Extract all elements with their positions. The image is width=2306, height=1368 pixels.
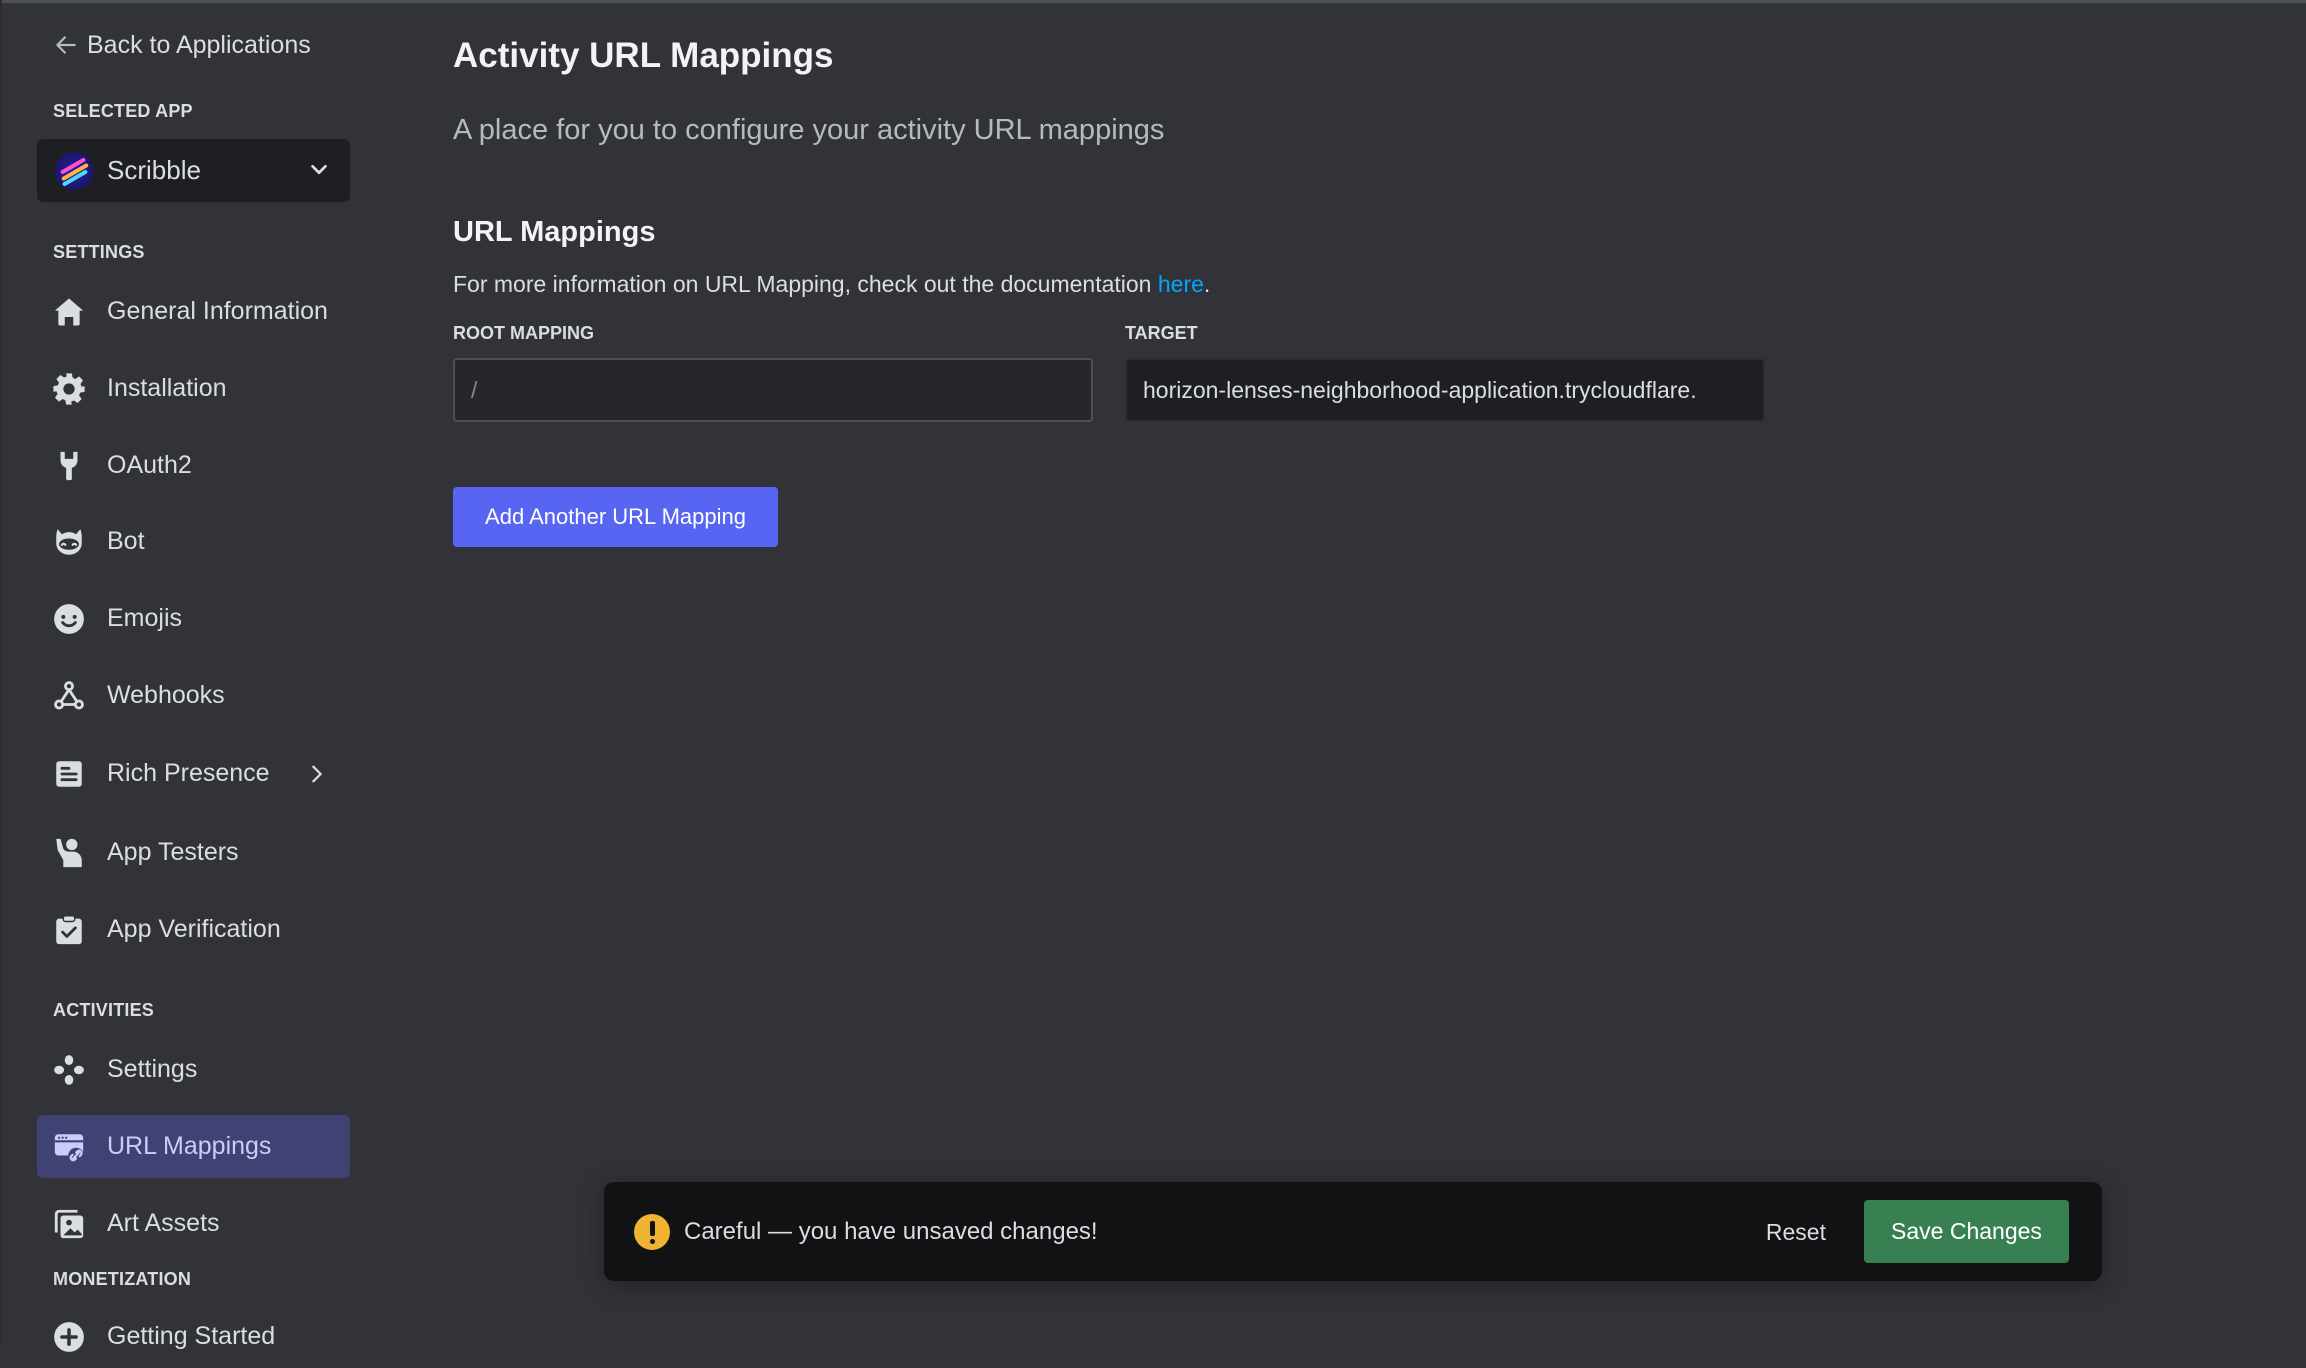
plus-circle-icon — [51, 1319, 87, 1355]
back-label: Back to Applications — [87, 30, 311, 59]
sidebar-item-general-information[interactable]: General Information — [37, 280, 350, 343]
sidebar-item-installation[interactable]: Installation — [37, 357, 350, 420]
root-mapping-label: ROOT MAPPING — [453, 323, 595, 343]
sidebar-item-rich-presence[interactable]: Rich Presence — [37, 742, 350, 805]
sidebar-item-label: App Verification — [107, 915, 281, 943]
monetization-section-label: MONETIZATION — [53, 1269, 192, 1289]
selected-app-label: SELECTED APP — [53, 101, 193, 121]
warning-icon — [634, 1213, 670, 1250]
target-label: TARGET — [1125, 323, 1198, 343]
app-selector-dropdown[interactable]: Scribble — [37, 139, 350, 202]
reset-button[interactable]: Reset — [1760, 1212, 1832, 1252]
sidebar: Back to Applications SELECTED APP Scribb… — [0, 0, 380, 1352]
sidebar-item-url-mappings[interactable]: URL Mappings — [37, 1115, 350, 1178]
save-changes-button[interactable]: Save Changes — [1864, 1200, 2069, 1263]
add-url-mapping-button[interactable]: Add Another URL Mapping — [453, 487, 778, 547]
sidebar-item-label: Settings — [107, 1055, 198, 1083]
activities-section-label: ACTIVITIES — [53, 1000, 155, 1020]
app-avatar — [55, 151, 93, 190]
target-input[interactable] — [1125, 358, 1765, 422]
documentation-info: For more information on URL Mapping, che… — [453, 271, 1210, 298]
chevron-down-icon — [311, 164, 327, 175]
sidebar-item-oauth2[interactable]: OAuth2 — [37, 434, 350, 497]
sidebar-item-app-testers[interactable]: App Testers — [37, 821, 350, 884]
home-icon — [51, 294, 87, 330]
info-text: For more information on URL Mapping, che… — [453, 271, 1158, 297]
gamepad-icon — [51, 1052, 87, 1088]
smiley-icon — [51, 601, 87, 637]
wrench-icon — [51, 448, 87, 484]
root-mapping-input[interactable] — [453, 358, 1093, 422]
main-content: Activity URL Mappings A place for you to… — [453, 0, 2306, 1344]
sidebar-item-getting-started[interactable]: Getting Started — [37, 1305, 350, 1368]
sidebar-item-art-assets[interactable]: Art Assets — [37, 1192, 350, 1255]
arrow-left-icon — [56, 36, 76, 54]
sidebar-item-app-verification[interactable]: App Verification — [37, 898, 350, 961]
sidebar-item-label: Getting Started — [107, 1322, 276, 1350]
unsaved-changes-notice: Careful — you have unsaved changes! Rese… — [604, 1182, 2102, 1281]
images-icon — [51, 1206, 87, 1242]
browser-link-icon — [51, 1129, 87, 1165]
sidebar-item-label: General Information — [107, 297, 328, 325]
selected-app-name: Scribble — [107, 155, 201, 185]
back-to-applications-link[interactable]: Back to Applications — [53, 28, 311, 62]
section-title: URL Mappings — [453, 216, 656, 248]
sidebar-item-label: App Testers — [107, 838, 239, 866]
documentation-link[interactable]: here — [1158, 271, 1204, 297]
sidebar-item-label: OAuth2 — [107, 451, 192, 479]
page-title: Activity URL Mappings — [453, 36, 834, 75]
sidebar-item-label: Art Assets — [107, 1209, 220, 1237]
sidebar-item-bot[interactable]: Bot — [37, 510, 350, 573]
clipboard-check-icon — [51, 912, 87, 948]
sidebar-item-emojis[interactable]: Emojis — [37, 587, 350, 650]
info-suffix: . — [1203, 271, 1211, 297]
sidebar-item-label: Webhooks — [107, 681, 225, 709]
sidebar-item-label: Emojis — [107, 604, 183, 632]
gear-icon — [51, 371, 87, 407]
chevron-right-icon[interactable] — [306, 762, 328, 786]
page-subtitle: A place for you to configure your activi… — [453, 114, 1165, 146]
document-list-icon — [51, 756, 87, 792]
sidebar-item-activity-settings[interactable]: Settings — [37, 1038, 350, 1101]
webhook-icon — [51, 678, 87, 714]
sidebar-item-label: Installation — [107, 374, 227, 402]
raised-hand-person-icon — [51, 835, 87, 871]
sidebar-item-label: Bot — [107, 527, 145, 555]
unsaved-changes-message: Careful — you have unsaved changes! — [684, 1217, 1098, 1245]
bot-icon — [51, 524, 87, 560]
sidebar-item-label: Rich Presence — [107, 759, 270, 787]
sidebar-item-webhooks[interactable]: Webhooks — [37, 664, 350, 727]
sidebar-item-label: URL Mappings — [107, 1132, 272, 1160]
settings-section-label: SETTINGS — [53, 242, 145, 262]
